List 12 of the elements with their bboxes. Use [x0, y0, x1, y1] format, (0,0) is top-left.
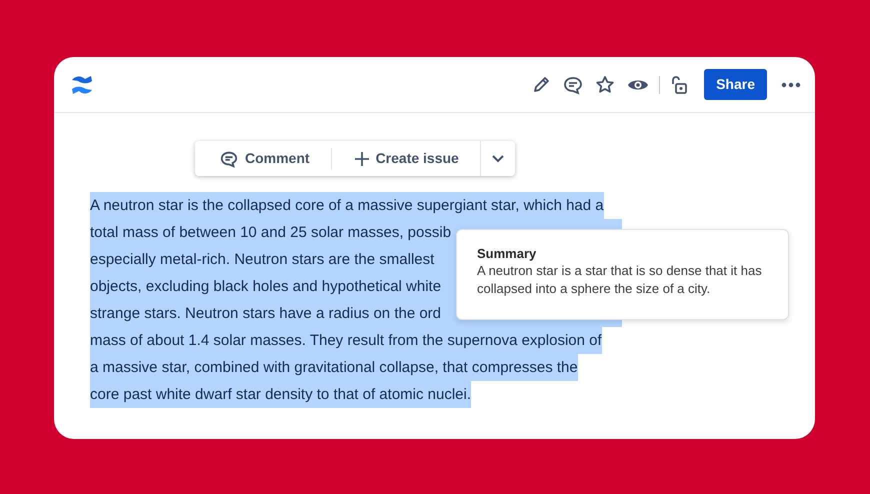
chevron-down-icon [490, 154, 505, 164]
unlock-icon[interactable] [670, 74, 688, 94]
plus-icon [354, 150, 370, 166]
comment-button[interactable]: Comment [195, 141, 331, 176]
share-button[interactable]: Share [704, 69, 767, 100]
comment-icon[interactable] [563, 74, 584, 94]
comment-icon [220, 150, 238, 168]
create-issue-button[interactable]: Create issue [332, 141, 480, 176]
more-icon[interactable] [781, 82, 801, 88]
summary-title: Summary [477, 245, 538, 262]
star-icon[interactable] [595, 74, 616, 94]
pencil-icon[interactable] [531, 74, 552, 94]
